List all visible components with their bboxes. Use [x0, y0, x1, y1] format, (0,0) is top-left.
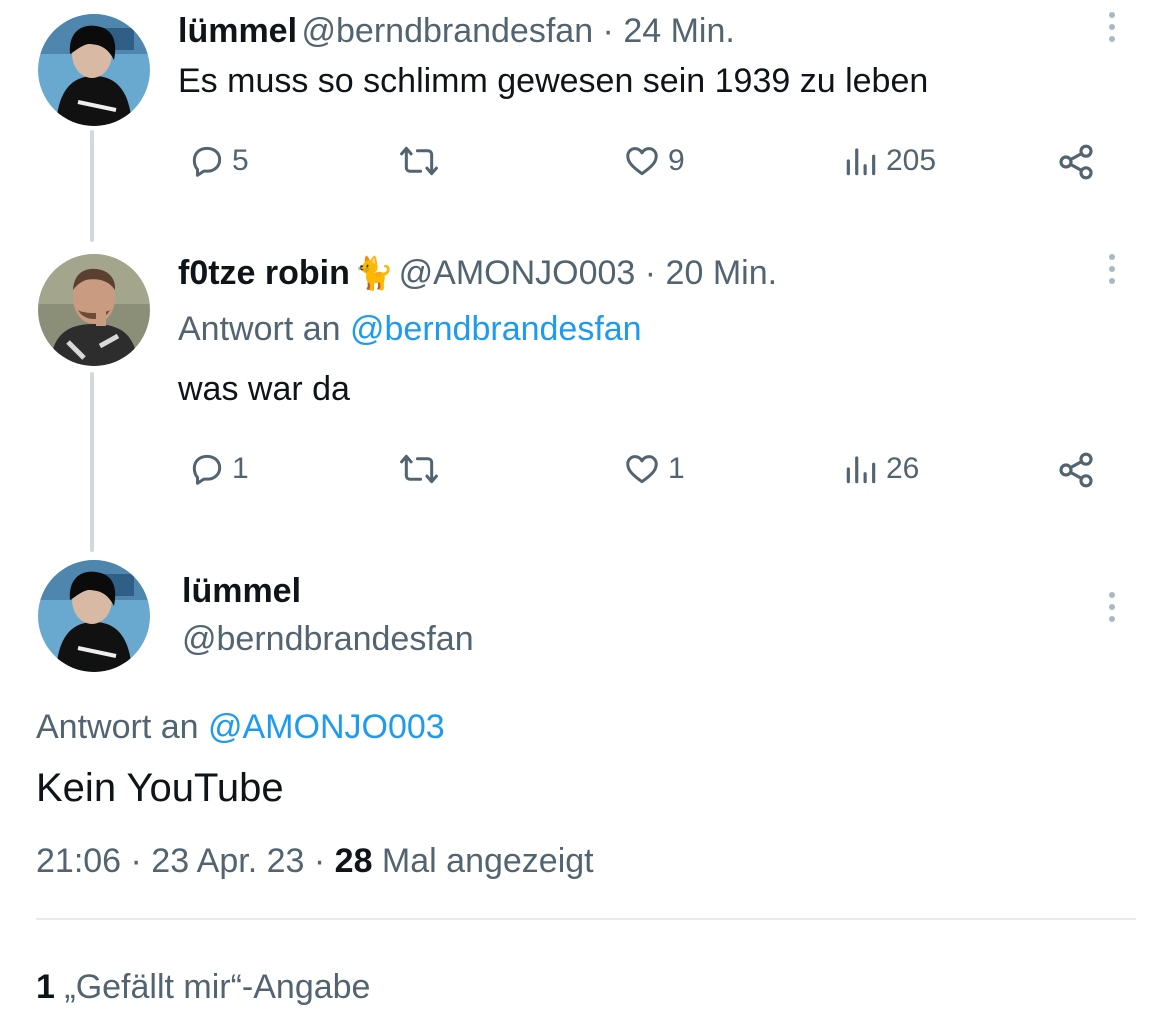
likes-count: 1 [36, 968, 55, 1006]
heart-icon [626, 147, 658, 176]
tweet-text: was war da [178, 370, 350, 408]
like-count: 9 [668, 144, 685, 177]
likes-summary[interactable]: 1 „Gefällt mir“-Angabe [36, 968, 370, 1007]
views-icon [846, 148, 876, 176]
reply-to-link[interactable]: @AMONJO003 [208, 708, 445, 746]
like-button[interactable]: 1 [622, 450, 685, 488]
avatar[interactable] [38, 14, 150, 126]
thread-line-2 [90, 372, 94, 552]
timestamp[interactable]: 21:06 · 23 Apr. 23 · [36, 842, 335, 880]
author-handle-time[interactable]: @berndbrandesfan · 24 Min. [302, 12, 735, 50]
views-button[interactable]: 205 [842, 142, 936, 180]
views-button[interactable]: 26 [842, 450, 919, 488]
reply-prefix: Antwort an [178, 310, 341, 348]
author-name[interactable]: lümmel [182, 572, 301, 611]
retweet-button[interactable] [398, 450, 440, 488]
reply-button[interactable]: 5 [188, 142, 249, 180]
more-icon[interactable] [1109, 254, 1117, 284]
like-button[interactable]: 9 [622, 142, 685, 180]
cat-emoji: 🐈 [354, 255, 395, 291]
author-name[interactable]: f0tze robin [178, 254, 350, 292]
author-handle-time[interactable]: @AMONJO003 · 20 Min. [399, 254, 777, 292]
more-icon[interactable] [1109, 592, 1117, 622]
heart-icon [626, 455, 658, 484]
tweet-text: Es muss so schlimm gewesen sein 1939 zu … [178, 62, 929, 100]
reply-to-link[interactable]: @berndbrandesfan [350, 310, 642, 348]
share-button[interactable] [1056, 142, 1096, 182]
retweet-button[interactable] [398, 142, 440, 180]
retweet-icon [400, 146, 438, 176]
thread-line-1 [90, 130, 94, 242]
share-icon [1059, 144, 1093, 180]
share-button[interactable] [1056, 450, 1096, 490]
avatar[interactable] [38, 560, 150, 672]
retweet-icon [400, 454, 438, 484]
author-handle[interactable]: @berndbrandesfan [182, 620, 474, 659]
like-count: 1 [668, 452, 685, 485]
reply-count: 1 [232, 452, 249, 485]
view-count: 205 [886, 144, 937, 177]
views-label: Mal angezeigt [372, 842, 594, 880]
reply-icon [192, 454, 222, 485]
tweet-text: Kein YouTube [36, 766, 284, 810]
reply-button[interactable]: 1 [188, 450, 249, 488]
divider [36, 918, 1136, 920]
more-icon[interactable] [1109, 12, 1117, 42]
avatar[interactable] [38, 254, 150, 366]
author-name[interactable]: lümmel [178, 12, 297, 50]
share-icon [1059, 452, 1093, 488]
views-count: 28 [334, 842, 373, 880]
reply-prefix: Antwort an [36, 708, 199, 746]
likes-label: „Gefällt mir“-Angabe [54, 968, 371, 1006]
views-icon [846, 456, 876, 484]
reply-icon [192, 146, 222, 177]
reply-count: 5 [232, 144, 249, 177]
view-count: 26 [886, 452, 920, 485]
